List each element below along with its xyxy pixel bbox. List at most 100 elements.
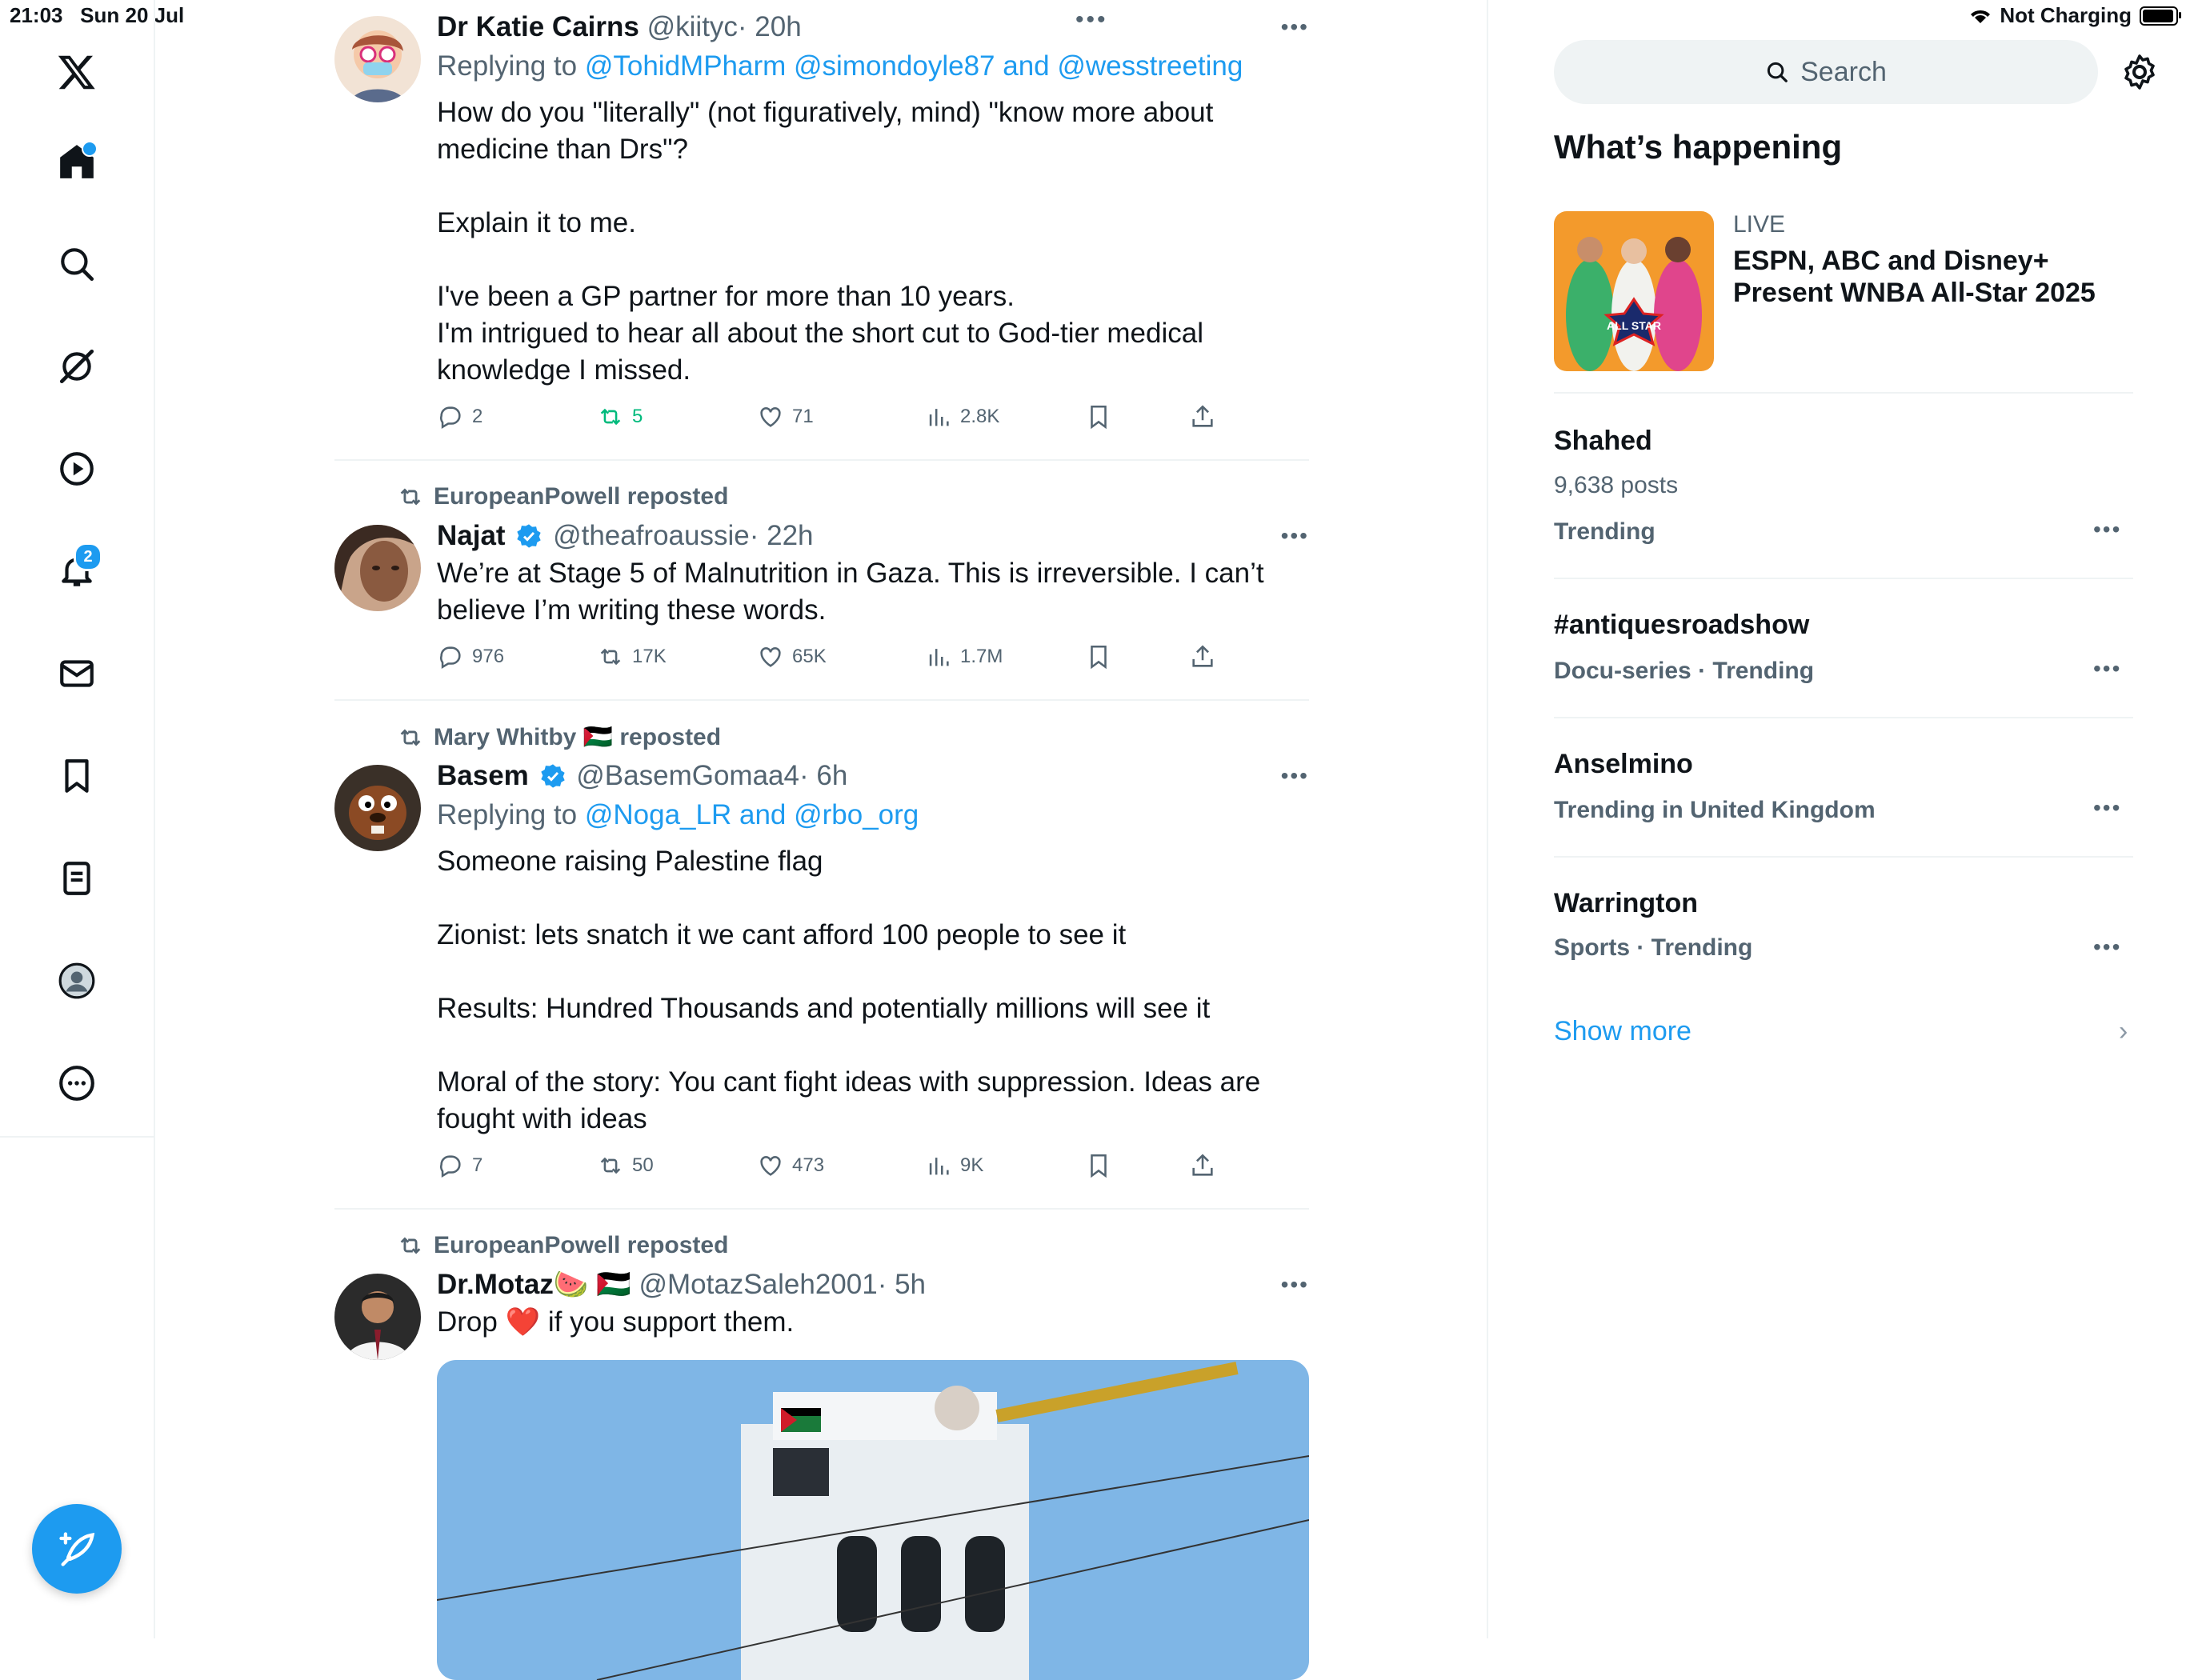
trend-divider [1554,717,2133,718]
repost-button[interactable]: 5 [597,403,643,430]
reply-icon [440,406,461,430]
reply-button[interactable]: 7 [437,1152,482,1179]
more-nav-item[interactable] [38,1045,115,1122]
trend-more-button[interactable]: ••• [2093,656,2121,682]
repost-context: Mary Whitby 🇵🇸 reposted [397,723,721,751]
search-placeholder: Search [1800,56,1887,87]
share-button[interactable] [1189,643,1216,670]
post-more-button[interactable]: ••• [1281,763,1309,789]
avatar-image [334,1274,421,1360]
bookmark-button[interactable] [1085,1152,1112,1179]
post-time[interactable]: · 20h [738,11,802,42]
reply-count: 7 [472,1154,483,1176]
post-time[interactable]: · 6h [799,760,847,791]
post-time[interactable]: · 5h [878,1269,926,1300]
search-icon [61,248,94,282]
author-handle[interactable]: @BasemGomaa4 [576,760,799,791]
repost-count: 17K [632,646,667,667]
gear-icon[interactable] [2120,53,2159,91]
ship-photo [437,1360,1309,1680]
views-button[interactable]: 2.8K [925,403,999,430]
avatar-motaz[interactable] [334,1274,421,1360]
share-icon [1192,1154,1213,1176]
repost-count: 50 [632,1154,654,1176]
reply-button[interactable]: 2 [437,403,482,430]
author-handle[interactable]: @theafroaussie [553,520,750,551]
avatar-katie-cairns[interactable] [334,16,421,102]
repost-icon [600,408,621,426]
author-name[interactable]: Dr Katie Cairns [437,11,639,42]
repost-button[interactable]: 17K [597,643,667,670]
share-button[interactable] [1189,403,1216,430]
notifications-badge: 2 [74,542,102,571]
search-bar[interactable]: Search [1554,40,2098,104]
bookmark-button[interactable] [1085,643,1112,670]
explore-nav-item[interactable] [38,226,115,302]
post-text: We’re at Stage 5 of Malnutrition in Gaza… [437,558,1264,626]
post-actions: 976 17K 65K 1.7M [437,643,1309,678]
post-more-button[interactable]: ••• [1281,523,1309,549]
show-more-link[interactable]: Show more [1554,1016,1692,1047]
profile-nav-item[interactable] [38,942,115,1019]
avatar-najat[interactable] [334,525,421,611]
home-nav-item[interactable] [38,123,115,200]
avatar-basem[interactable] [334,765,421,851]
author-name[interactable]: Basem [437,760,529,791]
author-name[interactable]: Najat [437,520,506,551]
compose-icon [59,1532,95,1566]
reply-context: Replying to @Noga_LR and @rbo_org [437,795,1309,835]
repost-label[interactable]: Mary Whitby 🇵🇸 reposted [434,723,721,751]
play-circle-icon [60,452,94,486]
status-right: Not Charging [1969,3,2181,28]
repost-button[interactable]: 50 [597,1152,654,1179]
bookmarks-nav-item[interactable] [38,738,115,814]
reply-mentions[interactable]: @TohidMPharm @simondoyle87 and @wesstree… [585,50,1243,82]
grok-nav-item[interactable] [38,328,115,405]
trend-more-button[interactable]: ••• [2093,934,2121,960]
bookmark-button[interactable] [1085,403,1112,430]
reply-mentions[interactable]: @Noga_LR and @rbo_org [585,799,919,830]
live-event-title[interactable]: ESPN, ABC and Disney+ Present WNBA All-S… [1733,245,2117,309]
live-label: LIVE [1733,211,1786,238]
like-button[interactable]: 473 [757,1152,824,1179]
video-nav-item[interactable] [38,430,115,507]
nav-divider [154,1136,155,1638]
compose-post-button[interactable] [32,1504,122,1594]
post-media-image[interactable] [437,1360,1309,1680]
chevron-right-icon[interactable]: › [2119,1016,2128,1047]
reply-icon [440,1155,461,1178]
repost-label[interactable]: EuropeanPowell reposted [434,1232,728,1259]
wnba-allstar-thumbnail: ALL STAR [1554,211,1714,371]
charging-status: Not Charging [2000,3,2132,27]
lists-nav-item[interactable] [38,840,115,917]
post-more-button[interactable]: ••• [1281,1272,1309,1298]
like-count: 71 [792,406,814,427]
trend-more-button[interactable]: ••• [2093,795,2121,821]
author-handle[interactable]: @MotazSaleh2001 [639,1269,877,1300]
views-count: 2.8K [960,406,1000,427]
reply-button[interactable]: 976 [437,643,504,670]
post-divider [334,459,1309,461]
timeline-feed: ••• Dr Katie Cairns @kiityc· 20h Replyin… [334,0,1309,1680]
author-handle[interactable]: @kiityc [647,11,738,42]
messages-nav-item[interactable] [38,635,115,712]
profile-avatar-icon [58,962,95,999]
views-button[interactable]: 9K [925,1152,983,1179]
avatar-image [334,765,421,851]
post-divider [334,699,1309,701]
repost-small-icon [400,728,421,746]
views-button[interactable]: 1.7M [925,643,1003,670]
bookmark-icon [65,759,89,793]
author-name[interactable]: Dr.Motaz🍉 🇵🇸 [437,1269,631,1300]
notifications-nav-item[interactable]: 2 [38,533,115,610]
like-count: 473 [792,1154,825,1176]
post-more-button[interactable]: ••• [1281,14,1309,40]
repost-label[interactable]: EuropeanPowell reposted [434,483,728,510]
live-event-image[interactable]: ALL STAR [1554,211,1714,371]
like-button[interactable]: 71 [757,403,814,430]
trend-more-button[interactable]: ••• [2093,517,2121,542]
share-button[interactable] [1189,1152,1216,1179]
post-time[interactable]: · 22h [750,520,814,551]
like-button[interactable]: 65K [757,643,827,670]
x-logo-icon[interactable] [38,34,115,110]
